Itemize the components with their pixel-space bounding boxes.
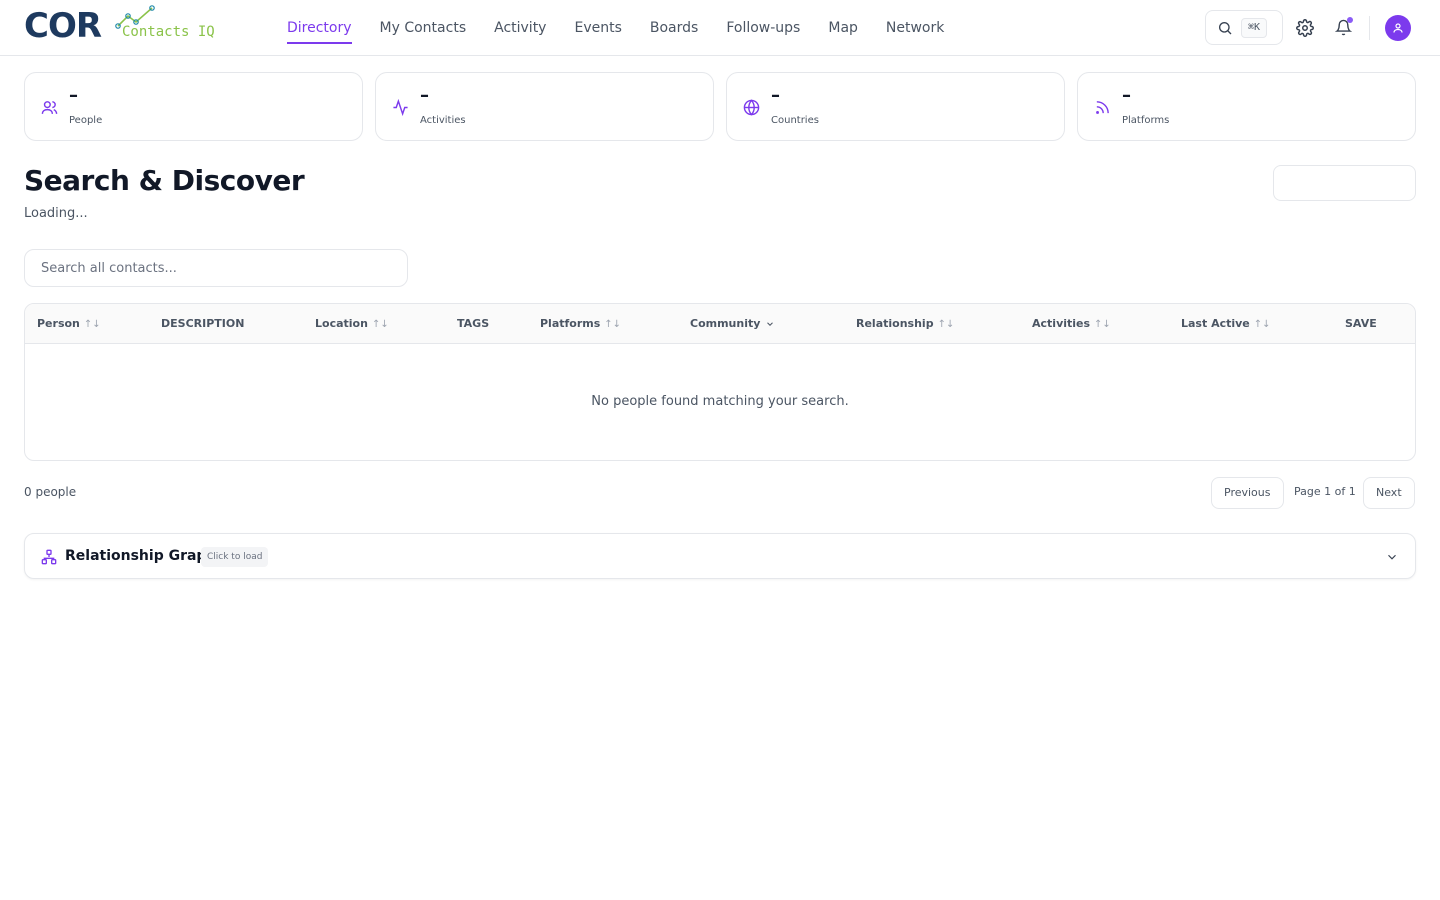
- search-icon: [1219, 22, 1232, 35]
- nav-activity[interactable]: Activity: [494, 0, 546, 56]
- load-badge: Click to load: [201, 547, 269, 567]
- column-label: Last Active: [1181, 317, 1250, 330]
- user-icon: [1393, 23, 1403, 33]
- nav-follow-ups[interactable]: Follow-ups: [726, 0, 800, 56]
- column-location[interactable]: Location ↑↓: [315, 304, 389, 344]
- header-divider: [1369, 16, 1370, 40]
- stat-card-countries: – Countries: [726, 72, 1065, 141]
- stat-card-people: – People: [24, 72, 363, 141]
- sort-icon: ↑↓: [604, 319, 622, 330]
- column-label: Location: [315, 317, 368, 330]
- graph-title: Relationship Graph: [65, 548, 217, 564]
- stat-label: Countries: [771, 115, 819, 126]
- column-label: Person: [37, 317, 80, 330]
- nav-my-contacts[interactable]: My Contacts: [380, 0, 467, 56]
- column-label: DESCRIPTION: [161, 317, 245, 330]
- brand-name: COR: [24, 6, 102, 46]
- chevron-down-icon: [767, 322, 774, 326]
- column-label: Relationship: [856, 317, 934, 330]
- stat-value: –: [69, 85, 78, 106]
- action-placeholder-button[interactable]: [1273, 165, 1416, 201]
- column-save: SAVE: [1345, 304, 1377, 344]
- page-info: Page 1 of 1: [1294, 485, 1356, 498]
- chevron-down-icon[interactable]: [1385, 550, 1399, 564]
- column-label: Platforms: [540, 317, 601, 330]
- network-icon: [41, 549, 57, 565]
- nav-directory[interactable]: Directory: [287, 0, 352, 56]
- column-description: DESCRIPTION: [161, 304, 244, 344]
- stat-label: Platforms: [1122, 115, 1170, 126]
- previous-button[interactable]: Previous: [1211, 477, 1284, 509]
- brand-logo[interactable]: COR Contacts IQ: [24, 4, 224, 50]
- sort-icon: ↑↓: [83, 319, 101, 330]
- stat-label: People: [69, 115, 103, 126]
- column-person[interactable]: Person ↑↓: [37, 304, 101, 344]
- stat-value: –: [420, 85, 429, 106]
- column-platforms[interactable]: Platforms ↑↓: [540, 304, 621, 344]
- contacts-table: Person ↑↓ DESCRIPTION Location ↑↓ TAGS Pla…: [24, 303, 1416, 461]
- column-relationship[interactable]: Relationship ↑↓: [856, 304, 954, 344]
- next-button[interactable]: Next: [1363, 477, 1415, 509]
- main-nav: Directory My Contacts Activity Events Bo…: [287, 0, 944, 56]
- users-icon: [41, 101, 58, 114]
- column-label: Activities: [1032, 317, 1091, 330]
- result-count: 0 people: [24, 485, 77, 499]
- user-avatar[interactable]: [1385, 15, 1411, 41]
- rss-icon: [1096, 101, 1109, 114]
- stat-card-platforms: – Platforms: [1077, 72, 1416, 141]
- empty-state-message: No people found matching your search.: [591, 394, 849, 409]
- top-header: COR Contacts IQ Directory My Contacts Ac…: [0, 0, 1440, 56]
- search-input[interactable]: [24, 249, 408, 287]
- table-header: Person ↑↓ DESCRIPTION Location ↑↓ TAGS Pla…: [25, 304, 1415, 344]
- column-label: SAVE: [1345, 317, 1377, 330]
- stat-value: –: [1122, 85, 1131, 106]
- nav-map[interactable]: Map: [828, 0, 858, 56]
- column-activities[interactable]: Activities ↑↓: [1032, 304, 1111, 344]
- stat-label: Activities: [420, 115, 466, 126]
- command-search-button[interactable]: ⌘K: [1205, 10, 1283, 45]
- column-tags: TAGS: [457, 304, 489, 344]
- brand-tagline: Contacts IQ: [122, 24, 215, 40]
- column-label: TAGS: [457, 317, 490, 330]
- sort-icon: ↑↓: [937, 319, 955, 330]
- column-label: Community: [690, 317, 761, 330]
- nav-network[interactable]: Network: [886, 0, 944, 56]
- page-title: Search & Discover: [24, 164, 305, 197]
- gear-icon[interactable]: [1296, 19, 1314, 37]
- notification-dot: [1347, 17, 1353, 23]
- sort-icon: ↑↓: [1253, 319, 1271, 330]
- stat-value: –: [771, 85, 780, 106]
- sort-icon: ↑↓: [371, 319, 389, 330]
- activity-icon: [393, 99, 408, 116]
- globe-icon: [743, 99, 760, 116]
- relationship-graph-panel[interactable]: Relationship Graph Click to load: [24, 533, 1416, 579]
- nav-events[interactable]: Events: [574, 0, 621, 56]
- shortcut-hint: ⌘K: [1241, 18, 1268, 38]
- column-last-active[interactable]: Last Active ↑↓: [1181, 304, 1271, 344]
- stat-card-activities: – Activities: [375, 72, 714, 141]
- sort-icon: ↑↓: [1094, 319, 1111, 330]
- page-subtitle: Loading...: [24, 206, 88, 221]
- nav-boards[interactable]: Boards: [650, 0, 698, 56]
- column-community[interactable]: Community: [690, 304, 775, 344]
